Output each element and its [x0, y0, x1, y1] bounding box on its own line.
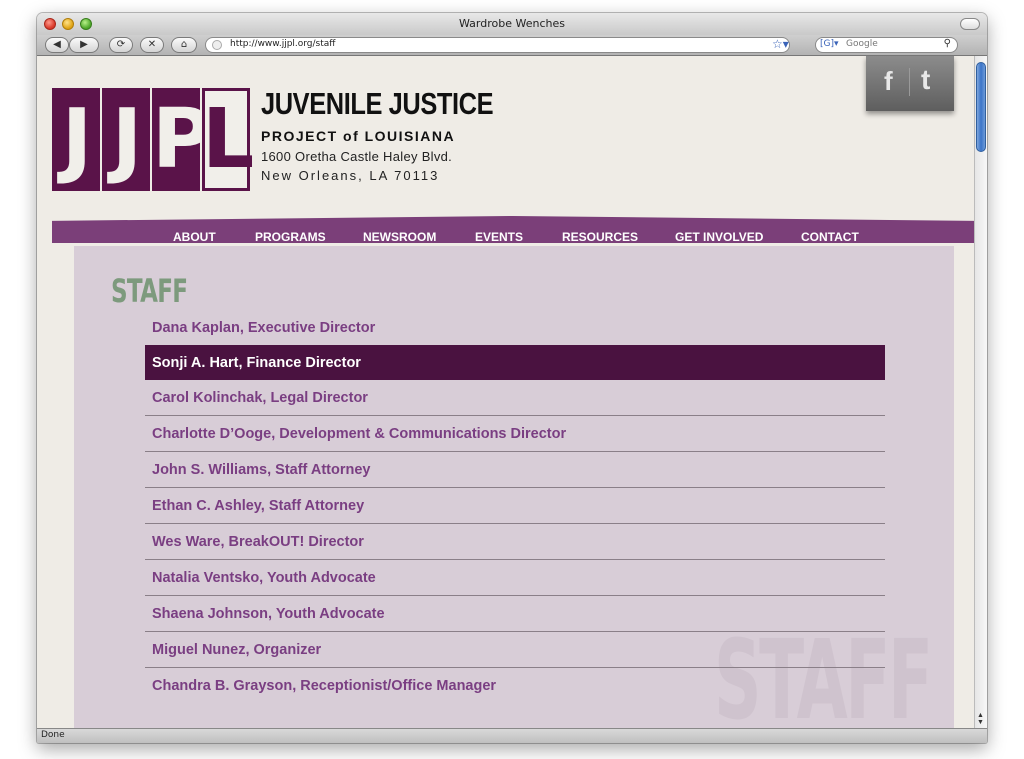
org-subtitle: PROJECT of LOUISIANA [261, 128, 456, 144]
staff-item[interactable]: Miguel Nunez, Organizer [145, 632, 885, 668]
toolbar-toggle-button[interactable] [960, 18, 980, 30]
jjpl-logo[interactable]: J J P L [52, 88, 254, 191]
status-bar: Done [37, 728, 987, 743]
site-icon [212, 40, 222, 50]
org-name: JUVENILE JUSTICE [261, 86, 494, 121]
nav-about[interactable]: ABOUT [173, 230, 216, 243]
search-placeholder: Google [846, 39, 878, 49]
staff-item[interactable]: Shaena Johnson, Youth Advocate [145, 596, 885, 632]
staff-item[interactable]: Charlotte D’Ooge, Development & Communic… [145, 416, 885, 452]
logo-letter-l: L [202, 88, 254, 191]
address-bar[interactable]: http://www.jjpl.org/staff [205, 37, 790, 53]
nav-contact[interactable]: CONTACT [801, 230, 859, 243]
logo-letter-j2: J [102, 88, 150, 191]
staff-item[interactable]: Ethan C. Ashley, Staff Attorney [145, 488, 885, 524]
staff-item[interactable]: John S. Williams, Staff Attorney [145, 452, 885, 488]
search-field[interactable]: [G]▾ Google ⚲ [815, 37, 958, 53]
stop-button[interactable]: ✕ [140, 37, 164, 53]
bookmark-star-icon[interactable]: ☆▾ [772, 37, 789, 51]
logo-letter-j1: J [52, 88, 100, 191]
staff-list: Dana Kaplan, Executive Director Sonji A.… [145, 310, 885, 703]
content-panel: STAFF STAFF Dana Kaplan, Executive Direc… [74, 246, 954, 728]
forward-button[interactable]: ▶ [69, 37, 99, 53]
nav-newsroom[interactable]: NEWSROOM [363, 230, 436, 243]
status-text: Done [41, 730, 65, 740]
address-line-2: New Orleans, LA 70113 [261, 168, 440, 183]
staff-item-selected[interactable]: Sonji A. Hart, Finance Director [145, 345, 885, 380]
reload-button[interactable]: ⟳ [109, 37, 133, 53]
title-bar: Wardrobe Wenches [37, 13, 987, 35]
vertical-scrollbar[interactable]: ▲ ▼ [974, 56, 987, 728]
main-nav: ABOUT PROGRAMS NEWSROOM EVENTS RESOURCES… [52, 216, 974, 243]
social-links: f t [866, 56, 954, 111]
nav-resources[interactable]: RESOURCES [562, 230, 638, 243]
search-engine-icon[interactable]: [G]▾ [820, 39, 839, 49]
staff-item[interactable]: Natalia Ventsko, Youth Advocate [145, 560, 885, 596]
page-title: STAFF [111, 272, 188, 310]
page-content: J J P L JUVENILE JUSTICE PROJECT of LOUI… [37, 56, 974, 728]
facebook-icon[interactable]: f [884, 66, 893, 97]
social-divider [909, 68, 910, 96]
back-button[interactable]: ◀ [45, 37, 69, 53]
magnifier-icon[interactable]: ⚲ [944, 38, 951, 49]
staff-item[interactable]: Wes Ware, BreakOUT! Director [145, 524, 885, 560]
logo-letter-p: P [152, 88, 212, 191]
scroll-arrows-icon[interactable]: ▲ ▼ [977, 712, 984, 726]
nav-programs[interactable]: PROGRAMS [255, 230, 326, 243]
home-button[interactable]: ⌂ [171, 37, 197, 53]
twitter-icon[interactable]: t [921, 64, 930, 96]
staff-item[interactable]: Dana Kaplan, Executive Director [145, 310, 885, 345]
staff-item[interactable]: Chandra B. Grayson, Receptionist/Office … [145, 668, 885, 703]
address-line-1: 1600 Oretha Castle Haley Blvd. [261, 149, 453, 164]
nav-get-involved[interactable]: GET INVOLVED [675, 230, 763, 243]
scroll-thumb[interactable] [976, 62, 986, 152]
window-title: Wardrobe Wenches [459, 17, 565, 30]
url-text[interactable]: http://www.jjpl.org/staff [230, 39, 336, 49]
browser-window: Wardrobe Wenches ◀ ▶ ⟳ ✕ ⌂ http://www.jj… [37, 13, 987, 743]
nav-events[interactable]: EVENTS [475, 230, 523, 243]
staff-item[interactable]: Carol Kolinchak, Legal Director [145, 380, 885, 416]
logo-letters: J J P L [52, 88, 254, 191]
browser-toolbar: ◀ ▶ ⟳ ✕ ⌂ http://www.jjpl.org/staff ☆▾ [… [37, 35, 987, 56]
